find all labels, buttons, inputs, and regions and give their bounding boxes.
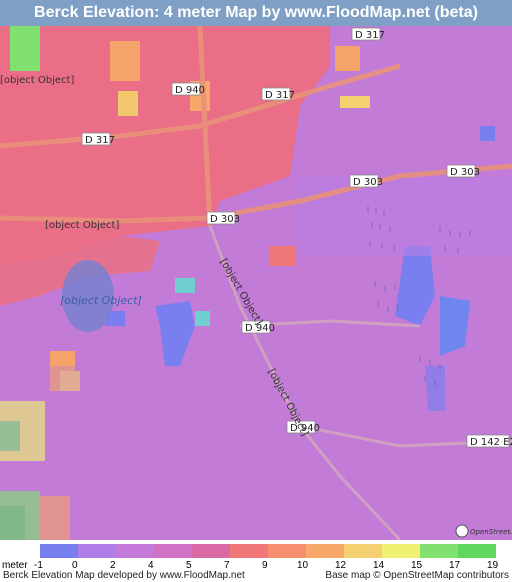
place-label: [object Object] (0, 75, 74, 86)
svg-text:OpenStreetMap: OpenStreetMap (470, 528, 511, 536)
hippodrome-label: [object Object] (60, 294, 142, 307)
legend-swatch (306, 544, 344, 558)
legend-swatch (344, 544, 382, 558)
legend-swatch (192, 544, 230, 558)
road-label: D 317 (85, 135, 115, 146)
legend-swatch (458, 544, 496, 558)
road-label: D 303 (450, 167, 480, 178)
street-label: [object Object] (45, 220, 119, 231)
legend-swatch (40, 544, 78, 558)
openstreetmap-logo: OpenStreetMap (455, 524, 512, 538)
road-label: D 303 (210, 214, 240, 225)
legend-swatch (382, 544, 420, 558)
legend-swatch (116, 544, 154, 558)
legend-swatch (420, 544, 458, 558)
road-label: D 940 (245, 323, 275, 334)
road-label: D 317 (265, 90, 295, 101)
footer-attribution: Base map © OpenStreetMap contributors (325, 570, 509, 581)
road-label: D 142 E2 (470, 437, 512, 448)
legend-swatch (78, 544, 116, 558)
legend-label: 10 (297, 560, 309, 571)
legend-swatch (268, 544, 306, 558)
road-label: D 940 (175, 85, 205, 96)
footer-credit: Berck Elevation Map developed by www.Flo… (3, 570, 245, 581)
elevation-map[interactable]: D 317 D 940 D 317 D 317 D 303 D 303 D 30… (0, 26, 512, 540)
legend-label: 9 (262, 560, 268, 571)
road-label: D 303 (353, 177, 383, 188)
elevation-legend: meter -1 0 2 4 5 7 9 10 12 14 15 17 19 Berck Elevati… (0, 540, 512, 582)
legend-swatch (154, 544, 192, 558)
road-label: D 317 (355, 30, 385, 41)
legend-swatches (40, 544, 496, 558)
map-title: Berck Elevation: 4 meter Map by www.Floo… (0, 0, 512, 26)
legend-swatch (230, 544, 268, 558)
